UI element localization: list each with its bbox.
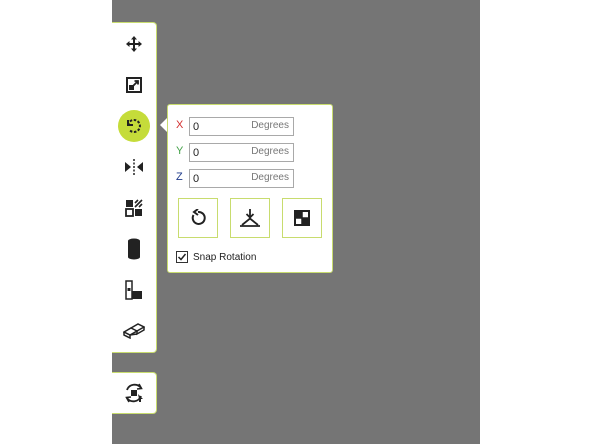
x-rotation-field[interactable]: Degrees [189,117,294,136]
scale-icon [126,77,142,93]
rotate-z-row: Z Degrees [176,169,326,189]
z-axis-label: Z [176,171,183,183]
x-axis-label: X [176,119,184,131]
auto-arrange-button[interactable] [112,372,157,414]
lay-flat-icon [240,209,260,227]
z-rotation-field[interactable]: Degrees [189,169,294,188]
tool-sidebar [112,22,157,353]
mirror-icon [125,159,143,175]
mesh-tools-icon [123,323,145,339]
snap-rotation-checkbox[interactable] [176,251,188,263]
snap-rotation-option: Snap Rotation [176,249,256,265]
snap-rotation-label: Snap Rotation [193,251,257,263]
custom-supports-icon [125,280,142,300]
reset-rotation-icon [191,209,206,225]
y-rotation-field[interactable]: Degrees [189,143,294,162]
auto-arrange-icon [125,383,143,403]
x-unit-label: Degrees [251,120,289,131]
checkmark-icon [177,253,187,261]
z-unit-label: Degrees [251,172,289,183]
rotate-tool-active-indicator [118,110,150,142]
select-face-to-align-icon [294,210,310,226]
panel-pointer-arrow [160,118,167,132]
mirror-tool-button[interactable] [112,150,156,184]
move-icon [126,36,142,52]
y-axis-label: Y [176,145,184,157]
y-unit-label: Degrees [251,146,289,157]
support-blocker-tool-button[interactable] [112,232,156,266]
rotate-panel: X Degrees Y Degrees Z Degrees [167,104,333,273]
reset-rotation-button[interactable] [178,198,218,238]
rotate-x-row: X Degrees [176,117,326,137]
rotate-y-row: Y Degrees [176,143,326,163]
mesh-tools-tool-button[interactable] [112,314,156,348]
rotate-icon [127,118,141,133]
per-model-settings-tool-button[interactable] [112,191,156,225]
x-rotation-input[interactable] [193,119,243,134]
move-tool-button[interactable] [112,27,156,61]
lay-flat-button[interactable] [230,198,270,238]
custom-supports-tool-button[interactable] [112,273,156,307]
per-model-settings-icon [125,199,143,217]
z-rotation-input[interactable] [193,171,243,186]
scale-tool-button[interactable] [112,68,156,102]
support-blocker-icon [128,238,140,260]
select-face-to-align-button[interactable] [282,198,322,238]
y-rotation-input[interactable] [193,145,243,160]
rotate-tool-button[interactable] [112,109,156,143]
